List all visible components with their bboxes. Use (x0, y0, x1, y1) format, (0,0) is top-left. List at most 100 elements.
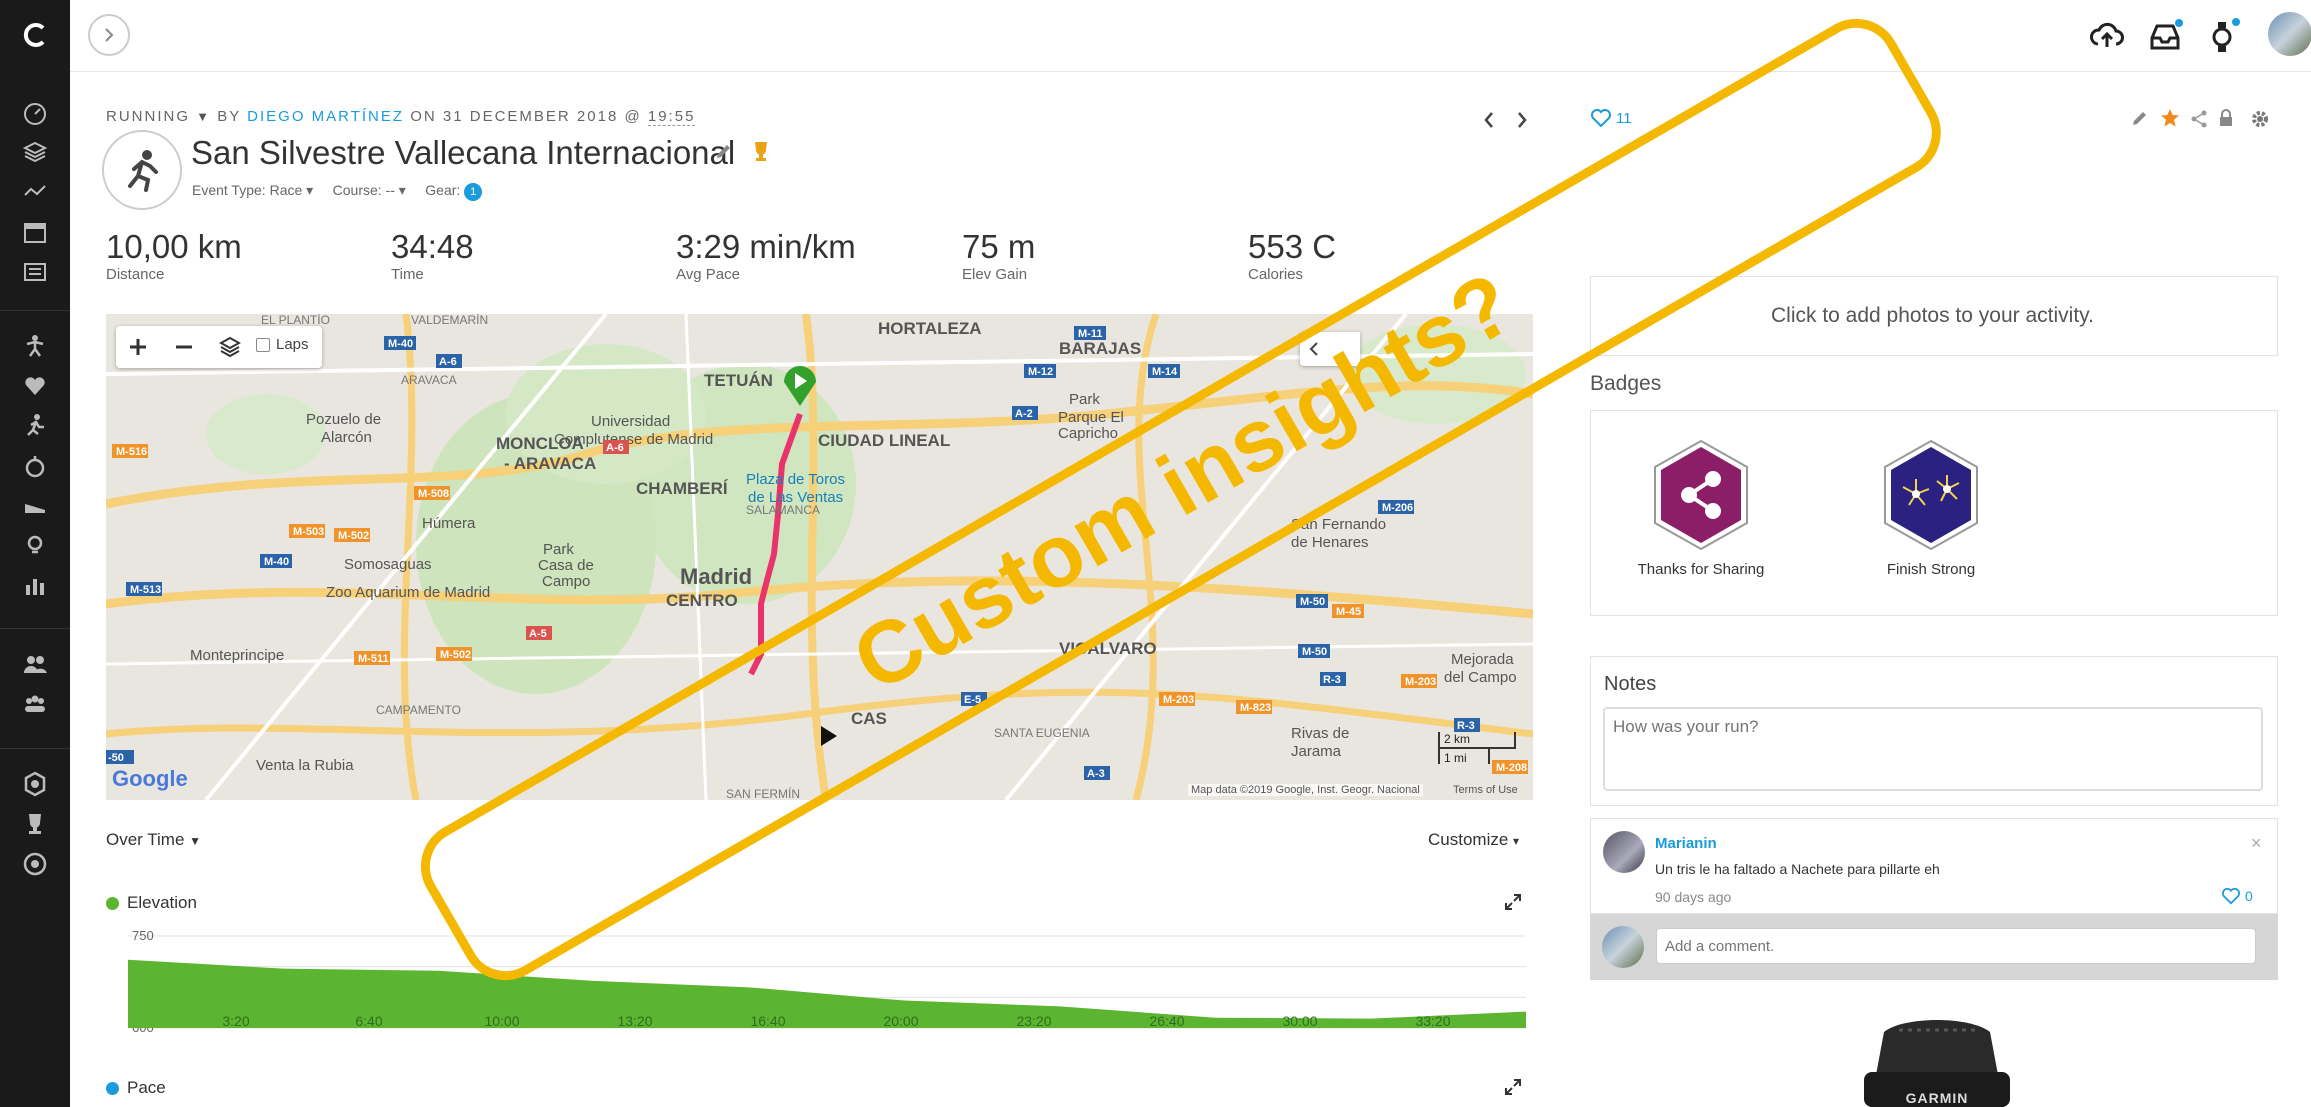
training-runner-icon[interactable] (19, 410, 51, 442)
map-label-casa-de-campo: Casa de (538, 557, 594, 574)
news-icon[interactable] (19, 256, 51, 288)
time-axis-label: Over Time (106, 830, 185, 849)
share-icon[interactable] (2190, 110, 2208, 133)
gear-shoe-icon[interactable] (19, 490, 51, 522)
map-label-san-fernando: San Fernando (1291, 516, 1386, 533)
previous-activity-chevron-left-icon[interactable] (1482, 110, 1496, 135)
top-bar (70, 0, 2311, 72)
author-link[interactable]: DIEGO MARTÍNEZ (247, 108, 404, 125)
stopwatch-icon[interactable] (19, 450, 51, 482)
event-type-label: Event Type: (192, 182, 266, 198)
pace-chart-header: Pace (106, 1078, 166, 1098)
map-label-parque-capricho: Parque El (1058, 409, 1124, 426)
next-activity-chevron-right-icon[interactable] (1515, 110, 1529, 135)
map-label-vicalvaro: VICÁLVARO (1059, 639, 1157, 658)
device-watch-icon[interactable] (2206, 16, 2242, 54)
map-label-chamberi: CHAMBERÍ (636, 479, 729, 498)
svg-text:M-516: M-516 (116, 446, 147, 458)
expand-elevation-chart-icon[interactable] (1504, 893, 1522, 916)
comment-author[interactable]: Marianin (1655, 835, 1717, 852)
stat-value: 3:29 min/km (676, 228, 856, 265)
customize-charts-select[interactable]: Customize ▾ (1428, 830, 1519, 850)
user-avatar[interactable] (2268, 12, 2311, 56)
notes-input[interactable] (1603, 707, 2263, 791)
map-terms-link[interactable]: Terms of Use (1453, 784, 1518, 796)
notes-panel: Notes (1590, 656, 2278, 806)
chevron-left-icon (1309, 342, 1318, 356)
add-photos-panel[interactable]: Click to add photos to your activity. (1590, 276, 2278, 356)
like-button[interactable]: 11 (1590, 108, 1632, 128)
pace-chart-title: Pace (127, 1078, 166, 1097)
svg-text:A-2: A-2 (1015, 408, 1033, 420)
favorite-star-icon[interactable] (2160, 108, 2180, 133)
connections-icon[interactable] (19, 648, 51, 680)
garmin-connect-logo-icon[interactable] (14, 14, 56, 56)
svg-text:R-3: R-3 (1457, 720, 1475, 732)
map-label-rivas: Rivas de (1291, 725, 1349, 742)
expand-sidebar-button[interactable] (88, 14, 130, 56)
stat-value: 553 C (1248, 228, 1337, 265)
activities-icon[interactable] (19, 330, 51, 362)
upload-icon[interactable] (2089, 20, 2125, 52)
calendar-icon[interactable] (19, 216, 51, 248)
badges-icon[interactable] (19, 768, 51, 800)
badge-finish-strong[interactable] (1881, 439, 1981, 556)
fireworks-badge-icon (1884, 439, 1978, 551)
edit-title-pencil-icon[interactable] (714, 143, 732, 166)
gear-count-badge[interactable]: 1 (464, 183, 483, 201)
activity-type[interactable]: RUNNING (106, 108, 190, 125)
activity-type-running-icon (102, 130, 182, 210)
layers-icon[interactable] (19, 136, 51, 168)
dashboard-icon[interactable] (19, 96, 51, 128)
groups-icon[interactable] (19, 688, 51, 720)
caret-down-icon[interactable]: ▼ (196, 109, 211, 124)
map-label-complutense: Complutense de Madrid (554, 431, 713, 448)
insights-bulb-icon[interactable] (19, 530, 51, 562)
add-photos-text[interactable]: Click to add photos to your activity. (1771, 304, 2094, 328)
challenges-target-icon[interactable] (19, 848, 51, 880)
svg-text:R-3: R-3 (1323, 674, 1341, 686)
comment-like-button[interactable]: 0 (2221, 887, 2253, 905)
svg-text:M-14: M-14 (1152, 366, 1178, 378)
inbox-icon[interactable] (2148, 18, 2184, 54)
stat-calories: 553 C Calories (1248, 228, 1336, 283)
svg-text:M-503: M-503 (293, 526, 324, 538)
delete-comment-close-icon[interactable]: × (2251, 833, 2262, 854)
laps-checkbox[interactable] (256, 337, 270, 352)
reports-chart-icon[interactable] (19, 570, 51, 602)
by-label: BY (217, 108, 241, 125)
time-axis-select[interactable]: Over Time ▼ (106, 830, 201, 850)
edit-pencil-icon[interactable] (2130, 110, 2148, 133)
trends-icon[interactable] (19, 176, 51, 208)
course-select[interactable]: -- ▾ (386, 182, 406, 198)
scale-mi: 1 mi (1444, 751, 1467, 765)
chevron-right-icon (105, 28, 114, 42)
activity-map[interactable]: HORTALEZA BARAJAS TETUÁN CIUDAD LINEAL M… (106, 314, 1533, 800)
map-label-alarcon: Alarcón (321, 429, 372, 446)
elevation-x-tick: 20:00 (883, 1013, 918, 1029)
activity-time[interactable]: 19:55 (647, 108, 696, 126)
stat-value: 75 m (962, 228, 1036, 265)
svg-text:M-206: M-206 (1382, 502, 1413, 514)
map-label-zoo: Zoo Aquarium de Madrid (326, 584, 490, 601)
laps-toggle[interactable]: Laps (256, 336, 309, 353)
trophy-icon[interactable] (19, 808, 51, 840)
zoom-in-button[interactable] (120, 329, 156, 365)
privacy-lock-icon[interactable] (2218, 108, 2234, 133)
settings-gear-icon[interactable] (2250, 109, 2270, 134)
badge-thanks-for-sharing[interactable] (1651, 439, 1751, 556)
svg-text:M-50: M-50 (1300, 596, 1325, 608)
zoom-out-button[interactable] (166, 329, 202, 365)
commenter-avatar[interactable] (1603, 831, 1645, 873)
elevation-legend-dot (106, 896, 119, 910)
stat-label: Avg Pace (676, 266, 740, 283)
map-layers-button[interactable] (212, 329, 248, 365)
add-comment-input[interactable] (1656, 928, 2256, 964)
expand-pace-chart-icon[interactable] (1504, 1078, 1522, 1101)
elevation-x-tick: 23:20 (1016, 1013, 1051, 1029)
map-panel-toggle[interactable] (1300, 332, 1360, 366)
elevation-chart[interactable]: 750700650600 3:206:4010:0013:2016:4020:0… (106, 924, 1526, 1044)
health-heart-icon[interactable] (19, 370, 51, 402)
event-type-select[interactable]: Race ▾ (270, 182, 314, 198)
play-route-icon[interactable] (818, 724, 840, 753)
